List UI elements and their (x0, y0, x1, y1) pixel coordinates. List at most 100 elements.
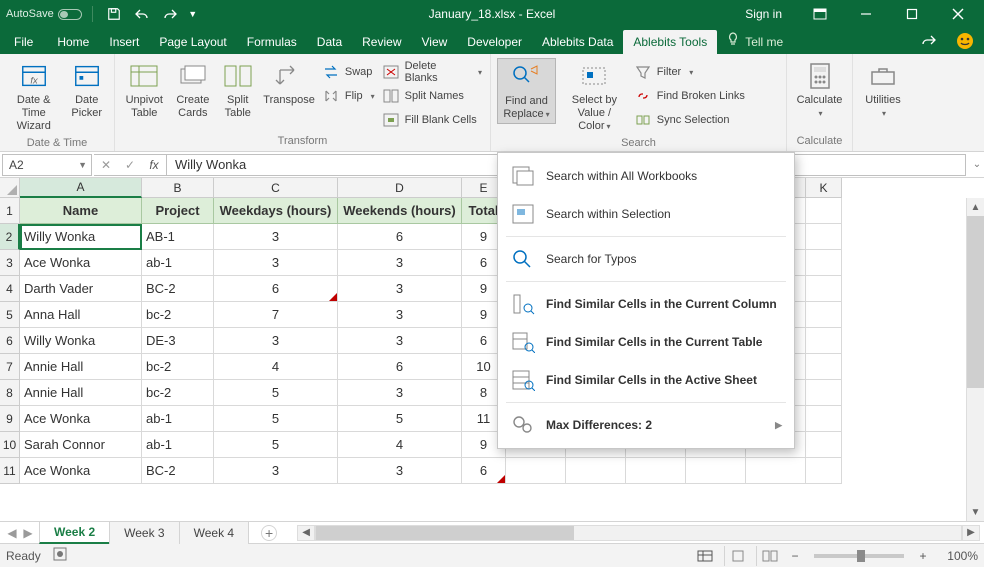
date-time-wizard-button[interactable]: fx Date & Time Wizard (6, 58, 61, 135)
redo-icon[interactable] (159, 3, 181, 25)
cell[interactable]: 3 (214, 458, 338, 484)
cell[interactable]: Ace Wonka (20, 250, 142, 276)
tab-developer[interactable]: Developer (457, 30, 532, 54)
cell[interactable]: bc-2 (142, 380, 214, 406)
row-header-6[interactable]: 6 (0, 328, 20, 354)
menu-search-selection[interactable]: Search within Selection (498, 195, 794, 233)
cancel-icon[interactable]: ✕ (94, 154, 118, 176)
cell[interactable]: 3 (214, 224, 338, 250)
cell[interactable] (806, 406, 842, 432)
menu-similar-sheet[interactable]: Find Similar Cells in the Active Sheet (498, 361, 794, 399)
create-cards-button[interactable]: Create Cards (171, 58, 214, 122)
zoom-level[interactable]: 100% (936, 549, 978, 563)
zoom-slider[interactable] (814, 554, 904, 558)
cell[interactable] (806, 250, 842, 276)
sync-selection-button[interactable]: Sync Selection (633, 110, 780, 130)
undo-icon[interactable] (131, 3, 153, 25)
sheet-prev-icon[interactable]: ◀ (6, 526, 18, 540)
cell[interactable]: Sarah Connor (20, 432, 142, 458)
share-icon[interactable] (916, 28, 942, 54)
fx-icon[interactable]: fx (142, 154, 166, 176)
cell[interactable] (806, 224, 842, 250)
scroll-left-icon[interactable]: ◀ (297, 525, 315, 541)
tell-me-search[interactable]: Tell me (717, 30, 793, 54)
utilities-button[interactable]: Utilities▾ (859, 58, 907, 122)
normal-view-icon[interactable] (692, 546, 718, 566)
split-names-button[interactable]: Split Names (381, 86, 484, 106)
cell[interactable]: 6 (338, 354, 462, 380)
qat-customize-icon[interactable]: ▼ (187, 3, 199, 25)
cell[interactable] (746, 458, 806, 484)
cell[interactable]: 4 (214, 354, 338, 380)
cell[interactable]: ab-1 (142, 432, 214, 458)
cell[interactable]: 5 (214, 406, 338, 432)
delete-blanks-button[interactable]: Delete Blanks ▾ (381, 62, 484, 82)
ribbon-display-options-icon[interactable] (798, 0, 842, 28)
cell[interactable]: Weekdays (hours) (214, 198, 338, 224)
cell[interactable] (626, 458, 686, 484)
swap-button[interactable]: Swap (321, 62, 377, 82)
cell[interactable]: Ace Wonka (20, 406, 142, 432)
page-layout-view-icon[interactable] (724, 546, 750, 566)
zoom-out-button[interactable]: − (788, 549, 802, 563)
cell[interactable] (806, 198, 842, 224)
scroll-down-icon[interactable]: ▼ (967, 503, 984, 521)
cell[interactable]: 6 (338, 224, 462, 250)
macro-record-icon[interactable] (53, 547, 67, 564)
cell[interactable] (506, 458, 566, 484)
row-header-3[interactable]: 3 (0, 250, 20, 276)
unpivot-table-button[interactable]: Unpivot Table (121, 58, 167, 122)
cell[interactable]: Name (20, 198, 142, 224)
fill-blank-cells-button[interactable]: Fill Blank Cells (381, 110, 484, 130)
cell[interactable]: 3 (214, 328, 338, 354)
menu-search-typos[interactable]: Search for Typos (498, 240, 794, 278)
sign-in-link[interactable]: Sign in (731, 7, 796, 21)
sheet-tab-week2[interactable]: Week 2 (39, 522, 110, 544)
cell[interactable]: Annie Hall (20, 354, 142, 380)
tab-insert[interactable]: Insert (99, 30, 149, 54)
chevron-down-icon[interactable]: ▼ (74, 160, 91, 170)
cell[interactable]: ab-1 (142, 406, 214, 432)
cell[interactable] (806, 328, 842, 354)
cell[interactable]: 3 (338, 458, 462, 484)
cell[interactable] (806, 458, 842, 484)
cell[interactable]: bc-2 (142, 354, 214, 380)
smiley-feedback-icon[interactable] (952, 28, 978, 54)
row-header-10[interactable]: 10 (0, 432, 20, 458)
tab-formulas[interactable]: Formulas (237, 30, 307, 54)
select-all-button[interactable] (0, 178, 20, 198)
expand-formula-bar-icon[interactable]: ⌄ (970, 159, 984, 170)
transpose-button[interactable]: Transpose (261, 58, 317, 109)
autosave-toggle[interactable]: AutoSave (6, 8, 82, 20)
menu-max-differences[interactable]: Max Differences: 2 ▶ (498, 406, 794, 444)
worksheet-grid[interactable]: A B C D E F G H I J K 1234567891011 Name… (0, 178, 984, 521)
col-header-C[interactable]: C (214, 178, 338, 198)
row-header-1[interactable]: 1 (0, 198, 20, 224)
col-header-D[interactable]: D (338, 178, 462, 198)
minimize-icon[interactable] (844, 0, 888, 28)
cell[interactable] (806, 432, 842, 458)
tab-file[interactable]: File (0, 30, 47, 54)
cell[interactable]: 3 (338, 380, 462, 406)
cell[interactable]: 4 (338, 432, 462, 458)
cell[interactable]: 6 (462, 458, 506, 484)
cell[interactable]: Weekends (hours) (338, 198, 462, 224)
cell[interactable]: DE-3 (142, 328, 214, 354)
cell[interactable]: bc-2 (142, 302, 214, 328)
vertical-scrollbar[interactable]: ▲ ▼ (966, 198, 984, 521)
tab-review[interactable]: Review (352, 30, 411, 54)
name-box[interactable]: A2 ▼ (2, 154, 92, 176)
row-header-5[interactable]: 5 (0, 302, 20, 328)
cell[interactable]: 5 (338, 406, 462, 432)
cell[interactable]: BC-2 (142, 276, 214, 302)
col-header-B[interactable]: B (142, 178, 214, 198)
cell[interactable]: 5 (214, 380, 338, 406)
cell[interactable]: Anna Hall (20, 302, 142, 328)
tab-page-layout[interactable]: Page Layout (149, 30, 236, 54)
date-picker-button[interactable]: Date Picker (65, 58, 108, 122)
row-header-11[interactable]: 11 (0, 458, 20, 484)
cell[interactable]: ab-1 (142, 250, 214, 276)
enter-icon[interactable]: ✓ (118, 154, 142, 176)
page-break-view-icon[interactable] (756, 546, 782, 566)
row-header-4[interactable]: 4 (0, 276, 20, 302)
